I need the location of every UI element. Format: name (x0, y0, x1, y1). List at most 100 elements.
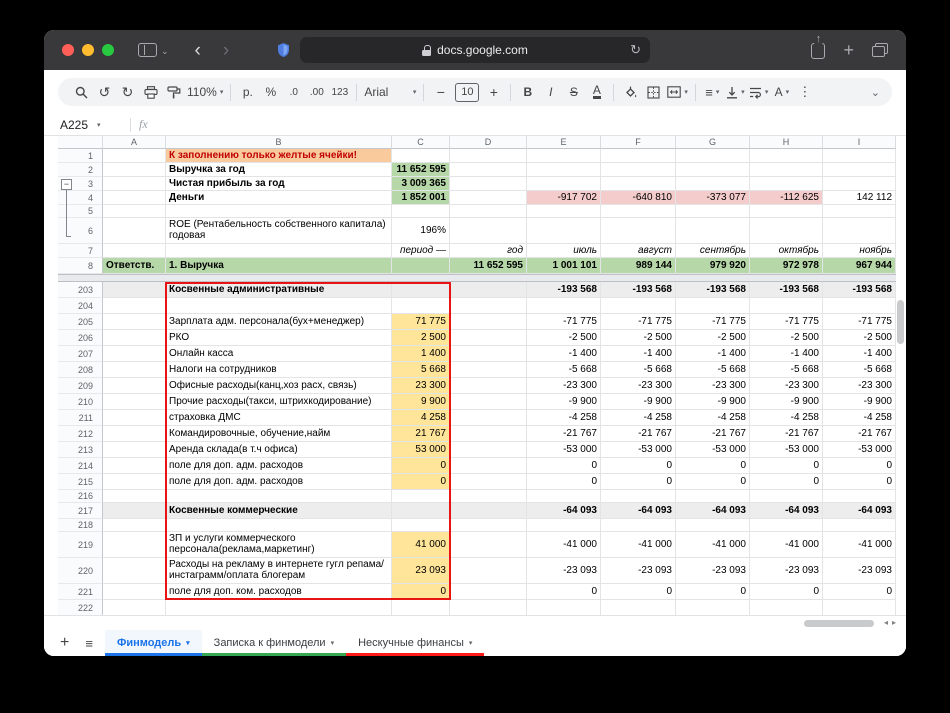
cell-E216[interactable] (527, 490, 601, 503)
cell-G205[interactable]: -71 775 (676, 314, 750, 330)
cell-H216[interactable] (750, 490, 823, 503)
cell-E218[interactable] (527, 519, 601, 532)
cell-D203[interactable] (450, 282, 527, 298)
percent-format-button[interactable]: % (261, 81, 280, 103)
cell-G203[interactable]: -193 568 (676, 282, 750, 298)
search-icon[interactable] (72, 81, 91, 103)
cell-B8[interactable]: 1. Выручка (166, 258, 392, 274)
row-header-216[interactable]: 216 (58, 490, 103, 503)
cell-C213[interactable]: 53 000 (392, 442, 450, 458)
cell-E209[interactable]: -23 300 (527, 378, 601, 394)
cell-I1[interactable] (823, 149, 896, 163)
cell-I218[interactable] (823, 519, 896, 532)
cell-I204[interactable] (823, 298, 896, 314)
cell-I208[interactable]: -5 668 (823, 362, 896, 378)
cell-F221[interactable]: 0 (601, 584, 676, 600)
cell-A217[interactable] (103, 503, 166, 519)
row-header-204[interactable]: 204 (58, 298, 103, 314)
cell-I216[interactable] (823, 490, 896, 503)
cell-H214[interactable]: 0 (750, 458, 823, 474)
vertical-scrollbar[interactable] (897, 300, 904, 344)
cell-C211[interactable]: 4 258 (392, 410, 450, 426)
cell-B221[interactable]: поле для доп. ком. расходов (166, 584, 392, 600)
cell-I207[interactable]: -1 400 (823, 346, 896, 362)
cell-D6[interactable] (450, 218, 527, 244)
name-box[interactable]: A225 ▾ (44, 118, 122, 132)
cell-E208[interactable]: -5 668 (527, 362, 601, 378)
row-header-1[interactable]: 1 (58, 149, 103, 163)
cell-F212[interactable]: -21 767 (601, 426, 676, 442)
cell-F219[interactable]: -41 000 (601, 532, 676, 558)
row-header-212[interactable]: 212 (58, 426, 103, 442)
cell-A4[interactable] (103, 191, 166, 205)
font-family-select[interactable]: Arial▾ (364, 81, 416, 103)
row-header-205[interactable]: 205 (58, 314, 103, 330)
cell-G4[interactable]: -373 077 (676, 191, 750, 205)
horizontal-align-button[interactable]: ≡▾ (703, 81, 722, 103)
cell-H208[interactable]: -5 668 (750, 362, 823, 378)
currency-format-button[interactable]: р. (238, 81, 257, 103)
cell-F4[interactable]: -640 810 (601, 191, 676, 205)
cell-F203[interactable]: -193 568 (601, 282, 676, 298)
cell-C222[interactable] (392, 600, 450, 615)
cell-C207[interactable]: 1 400 (392, 346, 450, 362)
cell-I220[interactable]: -23 093 (823, 558, 896, 584)
cell-H210[interactable]: -9 900 (750, 394, 823, 410)
cell-D213[interactable] (450, 442, 527, 458)
sheet-tab-neskuchnye[interactable]: Нескучные финансы ▾ (346, 630, 484, 656)
cell-A215[interactable] (103, 474, 166, 490)
cell-D219[interactable] (450, 532, 527, 558)
cell-C203[interactable] (392, 282, 450, 298)
cell-B207[interactable]: Онлайн касса (166, 346, 392, 362)
cell-G217[interactable]: -64 093 (676, 503, 750, 519)
privacy-extension-icon[interactable] (276, 42, 291, 58)
cell-A213[interactable] (103, 442, 166, 458)
cell-F206[interactable]: -2 500 (601, 330, 676, 346)
cell-C7[interactable]: период — (392, 244, 450, 258)
cell-A1[interactable] (103, 149, 166, 163)
text-wrap-button[interactable]: ▾ (749, 81, 769, 103)
sidebar-icon[interactable] (138, 43, 157, 57)
cell-I2[interactable] (823, 163, 896, 177)
cell-I214[interactable]: 0 (823, 458, 896, 474)
cell-D209[interactable] (450, 378, 527, 394)
more-button[interactable]: ⋮ (795, 81, 814, 103)
cell-B215[interactable]: поле для доп. адм. расходов (166, 474, 392, 490)
cell-H207[interactable]: -1 400 (750, 346, 823, 362)
address-bar[interactable]: docs.google.com ↻ (300, 37, 650, 63)
cell-E1[interactable] (527, 149, 601, 163)
cell-H218[interactable] (750, 519, 823, 532)
cell-G222[interactable] (676, 600, 750, 615)
increase-decimals-button[interactable]: .00 (307, 81, 326, 103)
cell-G210[interactable]: -9 900 (676, 394, 750, 410)
row-header-2[interactable]: 2 (58, 163, 103, 177)
cell-F3[interactable] (601, 177, 676, 191)
cell-G218[interactable] (676, 519, 750, 532)
cell-F8[interactable]: 989 144 (601, 258, 676, 274)
cell-G204[interactable] (676, 298, 750, 314)
cell-C206[interactable]: 2 500 (392, 330, 450, 346)
cell-H222[interactable] (750, 600, 823, 615)
cell-G6[interactable] (676, 218, 750, 244)
cell-A205[interactable] (103, 314, 166, 330)
column-header-B[interactable]: B (166, 136, 392, 149)
row-header-5[interactable]: 5 (58, 205, 103, 218)
cell-A221[interactable] (103, 584, 166, 600)
cell-G2[interactable] (676, 163, 750, 177)
cell-G214[interactable]: 0 (676, 458, 750, 474)
cell-I213[interactable]: -53 000 (823, 442, 896, 458)
redo-button[interactable]: ↻ (118, 81, 137, 103)
cell-C210[interactable]: 9 900 (392, 394, 450, 410)
cell-H221[interactable]: 0 (750, 584, 823, 600)
cell-E3[interactable] (527, 177, 601, 191)
cell-C5[interactable] (392, 205, 450, 218)
row-header-208[interactable]: 208 (58, 362, 103, 378)
cell-I221[interactable]: 0 (823, 584, 896, 600)
cell-A208[interactable] (103, 362, 166, 378)
cell-B203[interactable]: Косвенные административные (166, 282, 392, 298)
cell-G3[interactable] (676, 177, 750, 191)
cell-C216[interactable] (392, 490, 450, 503)
cell-A209[interactable] (103, 378, 166, 394)
cell-A220[interactable] (103, 558, 166, 584)
cell-F204[interactable] (601, 298, 676, 314)
